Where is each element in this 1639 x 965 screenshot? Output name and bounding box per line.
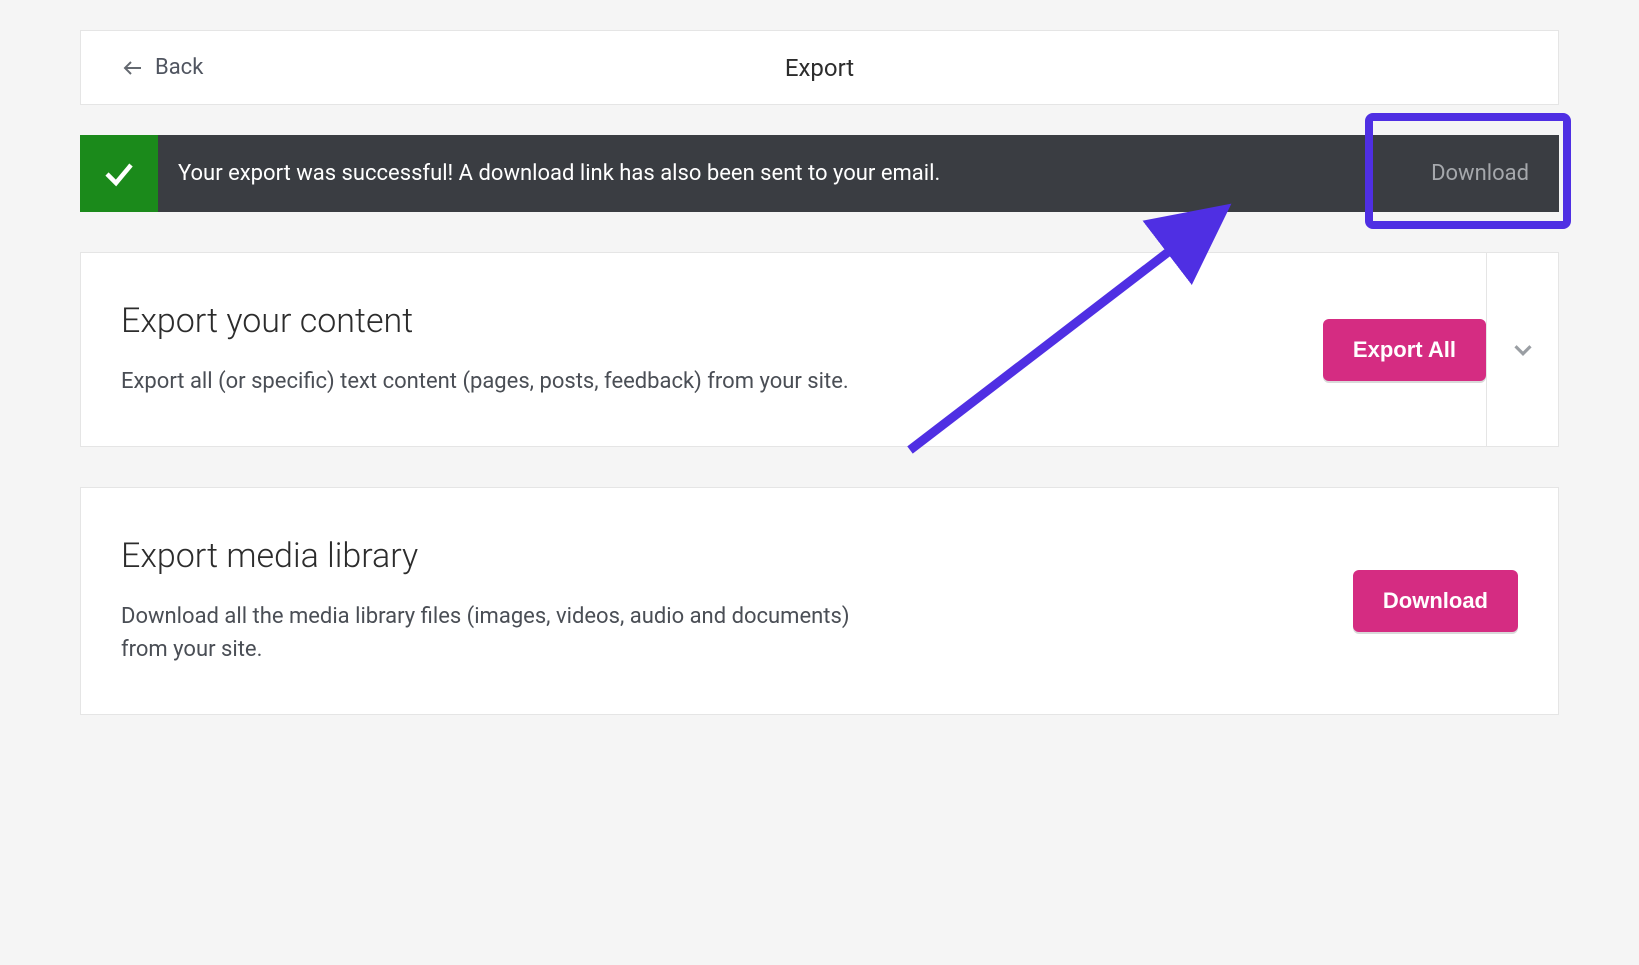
export-all-button[interactable]: Export All <box>1323 319 1486 381</box>
back-label: Back <box>155 55 203 80</box>
download-media-button[interactable]: Download <box>1353 570 1518 632</box>
page-title: Export <box>785 54 854 82</box>
card-actions: Export All <box>1323 319 1486 381</box>
arrow-left-icon <box>121 56 145 80</box>
header-bar: Back Export <box>80 30 1559 105</box>
back-button[interactable]: Back <box>121 55 203 80</box>
success-icon-box <box>80 135 158 212</box>
export-media-card: Export media library Download all the me… <box>80 487 1559 715</box>
card-text: Export media library Download all the me… <box>121 536 1353 666</box>
card-title: Export your content <box>121 301 1323 341</box>
card-actions: Download <box>1353 570 1518 632</box>
chevron-down-icon <box>1508 335 1538 365</box>
card-title: Export media library <box>121 536 1353 576</box>
card-text: Export your content Export all (or speci… <box>121 301 1323 398</box>
success-notice: Your export was successful! A download l… <box>80 135 1559 212</box>
check-icon <box>101 156 137 192</box>
card-description: Download all the media library files (im… <box>121 600 881 666</box>
expand-toggle[interactable] <box>1486 253 1558 446</box>
notice-download-button[interactable]: Download <box>1401 135 1559 212</box>
export-content-card: Export your content Export all (or speci… <box>80 252 1559 447</box>
card-description: Export all (or specific) text content (p… <box>121 365 881 398</box>
notice-message: Your export was successful! A download l… <box>158 135 1401 212</box>
